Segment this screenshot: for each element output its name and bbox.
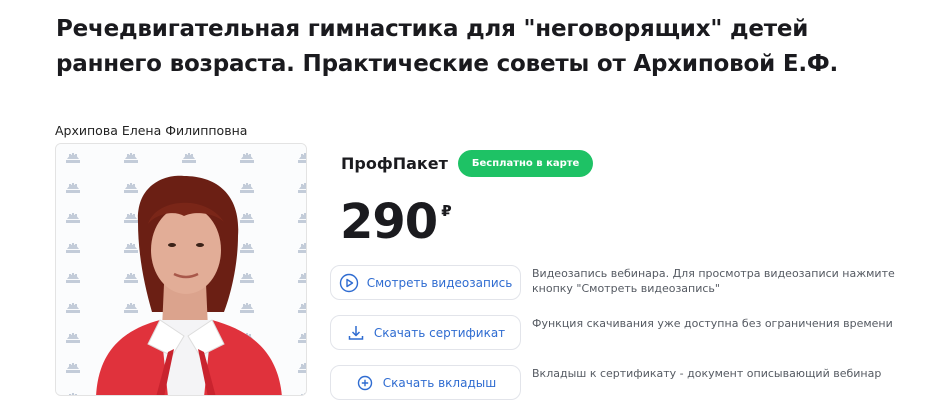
download-insert-label: Скачать вкладыш bbox=[382, 375, 497, 390]
download-icon bbox=[346, 323, 366, 343]
author-photo bbox=[55, 143, 307, 396]
play-icon bbox=[339, 273, 359, 293]
package-row: ПрофПакет Бесплатно в карте bbox=[341, 150, 594, 177]
watch-video-description: Видеозапись вебинара. Для просмотра виде… bbox=[532, 267, 895, 295]
price-value: 290 bbox=[340, 194, 438, 250]
download-certificate-label: Скачать сертификат bbox=[373, 325, 506, 340]
plus-circle-icon bbox=[355, 373, 375, 393]
download-insert-description: Вкладыш к сертификату - документ описыва… bbox=[532, 367, 882, 380]
watch-video-button[interactable]: Смотреть видеозапись bbox=[330, 265, 521, 300]
download-certificate-description: Функция скачивания уже доступна без огра… bbox=[532, 317, 893, 330]
download-insert-button[interactable]: Скачать вкладыш bbox=[330, 365, 521, 400]
author-name: Архипова Елена Филипповна bbox=[55, 123, 248, 138]
page-title: Речедвигательная гимнастика для "неговор… bbox=[56, 16, 839, 77]
price: 290 ₽ bbox=[340, 192, 452, 252]
package-name: ПрофПакет bbox=[341, 154, 448, 173]
download-certificate-button[interactable]: Скачать сертификат bbox=[330, 315, 521, 350]
currency-symbol: ₽ bbox=[441, 202, 452, 220]
watch-video-label: Смотреть видеозапись bbox=[366, 275, 513, 290]
free-with-card-badge: Бесплатно в карте bbox=[457, 150, 594, 177]
